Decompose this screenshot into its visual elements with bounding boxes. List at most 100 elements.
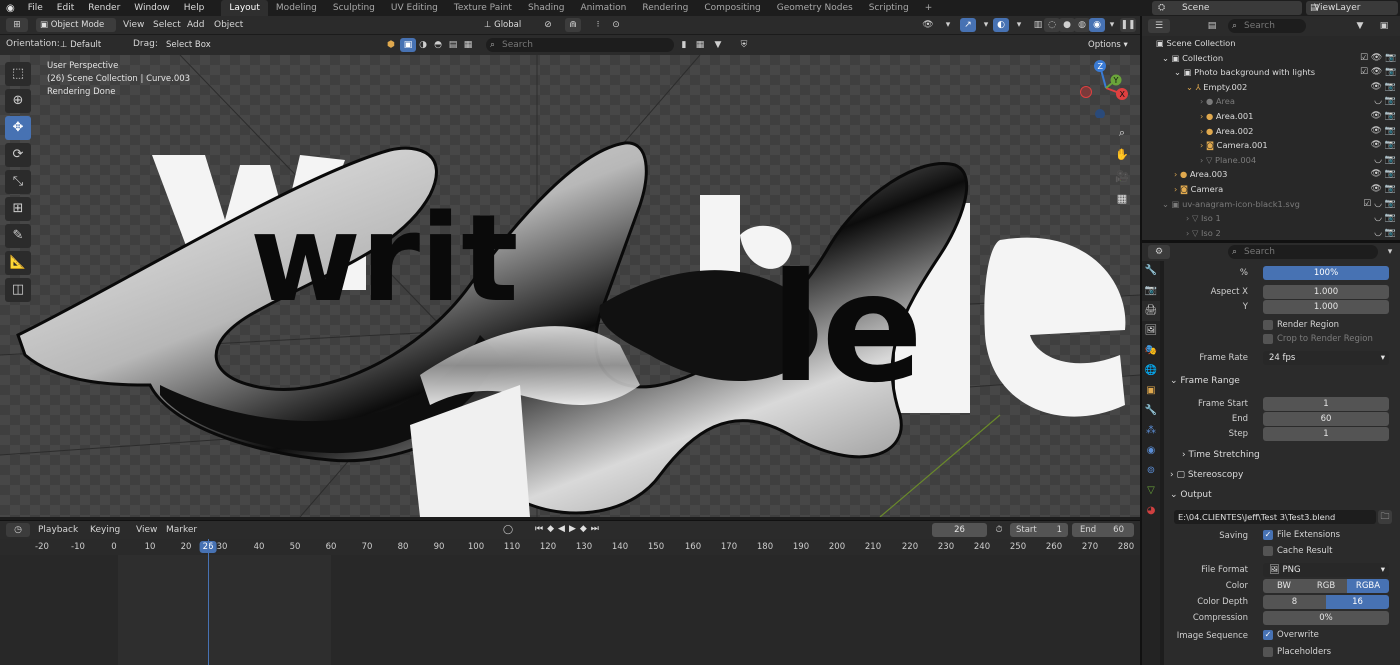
render-tab-icon[interactable]: 📷 xyxy=(1142,281,1160,301)
stopwatch-icon[interactable]: ⏱ xyxy=(991,523,1007,537)
shading-rendered-icon[interactable]: ◉ xyxy=(1089,18,1105,32)
visibility-icon[interactable]: 👁 xyxy=(920,18,936,32)
outliner-row[interactable]: ⌄ ▣ Collection ☑ 👁 📷 xyxy=(1142,51,1400,66)
outliner-row[interactable]: › ▽ Plane.004 ◡ 📷 xyxy=(1142,153,1400,168)
world-tab-icon[interactable]: 🌐 xyxy=(1142,361,1160,381)
material-tab-icon[interactable]: ◕ xyxy=(1142,501,1160,521)
menu-marker[interactable]: Marker xyxy=(166,521,197,540)
properties-editor-icon[interactable]: ⚙ xyxy=(1148,245,1170,259)
visibility-icons[interactable]: ◡ 📷 xyxy=(1360,153,1396,168)
properties-options-icon[interactable]: ▾ xyxy=(1382,245,1398,259)
outliner-row[interactable]: › ● Area ◡ 📷 xyxy=(1142,94,1400,109)
outliner-filter-icon[interactable]: ▼ xyxy=(1352,19,1368,33)
frame-range-panel-header[interactable]: ⌄ Frame Range xyxy=(1170,372,1394,390)
output-tab-icon[interactable]: 🖨 xyxy=(1142,301,1160,321)
timeline-editor-icon[interactable]: ◷ xyxy=(6,523,30,537)
transform-orientation-dropdown[interactable]: ⊥ Global xyxy=(480,18,532,32)
scene-tab-icon[interactable]: 🎭 xyxy=(1142,341,1160,361)
drag-dropdown[interactable]: Select Box xyxy=(162,38,222,52)
camera-view-icon[interactable]: 🎥 xyxy=(1112,167,1132,187)
blender-logo-icon[interactable]: ◉ xyxy=(0,3,21,14)
end-frame-field[interactable]: End 60 xyxy=(1072,523,1134,537)
tab-modeling[interactable]: Modeling xyxy=(268,0,325,16)
shading-solid-icon[interactable]: ● xyxy=(1059,18,1075,32)
scale-tool[interactable]: ⤡ xyxy=(5,170,31,194)
tool-tab-icon[interactable]: 🔧 xyxy=(1142,261,1160,281)
menu-object[interactable]: Object xyxy=(214,16,243,35)
snap-icon[interactable]: ⋒ xyxy=(565,18,581,32)
menu-keying[interactable]: Keying xyxy=(90,521,120,540)
visibility-icons[interactable]: ☑ 👁 📷 xyxy=(1360,65,1396,80)
menu-help[interactable]: Help xyxy=(177,0,212,16)
outliner-row[interactable]: › ▽ Iso 2 ◡ 📷 xyxy=(1142,226,1400,240)
scene-selector[interactable]: ⛭ Scene xyxy=(1152,1,1302,15)
menu-view[interactable]: View xyxy=(123,16,144,35)
gizmo-toggle-icon[interactable]: ↗ xyxy=(960,18,976,32)
rotate-tool[interactable]: ⟳ xyxy=(5,143,31,167)
object-tab-icon[interactable]: ▣ xyxy=(1142,381,1160,401)
placeholders-checkbox[interactable]: Placeholders xyxy=(1263,646,1331,658)
file-extensions-checkbox[interactable]: ✓ File Extensions xyxy=(1263,529,1340,541)
annotate-tool[interactable]: ✎ xyxy=(5,224,31,248)
outliner-editor-icon[interactable]: ☰ xyxy=(1148,19,1170,33)
new-collection-icon[interactable]: ▣ xyxy=(1376,19,1392,33)
area-divider[interactable] xyxy=(1140,16,1142,665)
menu-file[interactable]: File xyxy=(21,0,50,16)
render-region-checkbox[interactable]: Render Region xyxy=(1263,319,1339,331)
particles-tab-icon[interactable]: ⁂ xyxy=(1142,421,1160,441)
output-panel-header[interactable]: ⌄ Output xyxy=(1170,486,1394,504)
perspective-grid-icon[interactable]: ▦ xyxy=(1112,189,1132,209)
overlays-toggle-icon[interactable]: ◐ xyxy=(993,18,1009,32)
modifier-tab-icon[interactable]: 🔧 xyxy=(1142,401,1160,421)
resolution-percent-field[interactable]: 100% xyxy=(1263,266,1389,280)
menu-render[interactable]: Render xyxy=(81,0,127,16)
properties-search-input[interactable]: ⌕ Search xyxy=(1228,245,1378,259)
visibility-icons[interactable]: 👁 📷 xyxy=(1360,182,1397,197)
visibility-icons[interactable]: ☑ 👁 📷 xyxy=(1360,51,1396,66)
3d-viewport[interactable]: writ le xyxy=(0,55,1140,517)
aspect-y-field[interactable]: 1.000 xyxy=(1263,300,1389,314)
frame-rate-dropdown[interactable]: 24 fps ▾ xyxy=(1263,351,1389,365)
filter-icon[interactable]: ▼ xyxy=(710,38,726,52)
gizmo-dropdown-icon[interactable]: ▾ xyxy=(978,18,994,32)
next-keyframe-icon[interactable]: ◆ xyxy=(580,524,587,537)
shading-dropdown-icon[interactable]: ▾ xyxy=(1104,18,1120,32)
time-stretching-subpanel[interactable]: › Time Stretching xyxy=(1182,446,1400,464)
visibility-icons[interactable]: ◡ 📷 xyxy=(1360,226,1396,240)
menu-playback[interactable]: Playback xyxy=(38,521,78,540)
view-filter-icon-3[interactable]: ▤ xyxy=(445,38,461,52)
outliner-row[interactable]: ▣ Scene Collection xyxy=(1142,36,1400,51)
overlays-dropdown-icon[interactable]: ▾ xyxy=(1011,18,1027,32)
outliner-row[interactable]: ⌄ ▣ Photo background with lights ☑ 👁 📷 xyxy=(1142,65,1400,80)
area-divider[interactable] xyxy=(1142,240,1400,243)
tab-shading[interactable]: Shading xyxy=(520,0,573,16)
tab-geometry-nodes[interactable]: Geometry Nodes xyxy=(769,0,861,16)
cache-result-checkbox[interactable]: Cache Result xyxy=(1263,545,1332,557)
select-box-tool[interactable]: ⬚ xyxy=(5,62,31,86)
transform-tool[interactable]: ⊞ xyxy=(5,197,31,221)
add-cube-tool[interactable]: ◫ xyxy=(5,278,31,302)
jump-end-icon[interactable]: ⏭ xyxy=(591,524,599,537)
viewport-search-input[interactable]: ⌕ Search xyxy=(486,38,674,52)
sidebar-toggle-icon[interactable]: ❚❚ xyxy=(1120,18,1136,32)
playhead-line[interactable] xyxy=(208,539,209,665)
color-rgba-option[interactable]: RGBA xyxy=(1347,579,1389,593)
crop-region-checkbox[interactable]: Crop to Render Region xyxy=(1263,333,1373,345)
select-mode-icon[interactable]: ▣ xyxy=(400,38,416,52)
grid-icon[interactable]: ▦ xyxy=(692,38,708,52)
object-type-filter-icon[interactable]: ⬢ xyxy=(383,38,399,52)
outliner-row[interactable]: › ▽ Iso 1 ◡ 📷 xyxy=(1142,211,1400,226)
menu-window[interactable]: Window xyxy=(127,0,177,16)
menu-add[interactable]: Add xyxy=(187,16,204,35)
display-mode-icon[interactable]: ▤ xyxy=(1204,19,1220,33)
outliner-row[interactable]: › ● Area.003 👁 📷 xyxy=(1142,167,1400,182)
visibility-dropdown-icon[interactable]: ▾ xyxy=(940,18,956,32)
view-layer-selector[interactable]: ▤ ViewLayer xyxy=(1306,1,1398,15)
tab-layout[interactable]: Layout xyxy=(221,0,268,16)
tab-rendering[interactable]: Rendering xyxy=(634,0,696,16)
compression-field[interactable]: 0% xyxy=(1263,611,1389,625)
bookmark-icon[interactable]: ▮ xyxy=(676,38,692,52)
tab-animation[interactable]: Animation xyxy=(573,0,635,16)
output-path-input[interactable]: E:\04.CLIENTES\Jeff\Test 3\Test3.blend xyxy=(1174,510,1376,524)
data-tab-icon[interactable]: ▽ xyxy=(1142,481,1160,501)
